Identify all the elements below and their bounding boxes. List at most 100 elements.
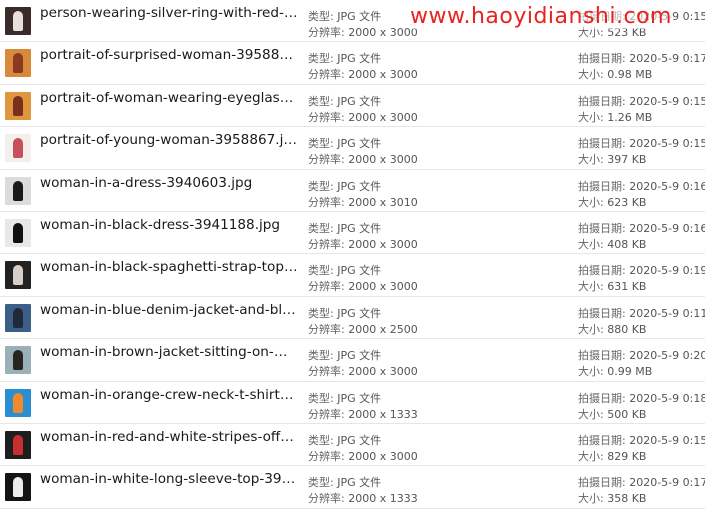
file-size-value: 0.98 MB bbox=[607, 68, 653, 82]
image-thumbnail[interactable] bbox=[5, 388, 31, 417]
file-row[interactable]: woman-in-black-spaghetti-strap-top-4... 类… bbox=[0, 254, 705, 297]
file-date: 拍摄日期: 2020-5-9 0:17 bbox=[578, 50, 705, 66]
file-resolution: 分辨率: 2000 x 2500 bbox=[308, 321, 418, 337]
file-date: 拍摄日期: 2020-5-9 0:15 bbox=[578, 8, 705, 24]
file-resolution-value: 2000 x 3010 bbox=[348, 195, 418, 209]
file-type-label: 类型: bbox=[308, 10, 334, 23]
file-date-value: 2020-5-9 0:16 bbox=[629, 221, 705, 235]
thumbnail-figure bbox=[13, 434, 23, 455]
file-type: 类型: JPG 文件 bbox=[308, 347, 381, 363]
file-date-value: 2020-5-9 0:16 bbox=[629, 179, 705, 193]
file-resolution-value: 2000 x 3000 bbox=[348, 449, 418, 463]
file-date: 拍摄日期: 2020-5-9 0:11 bbox=[578, 305, 705, 321]
file-date: 拍摄日期: 2020-5-9 0:17 bbox=[578, 474, 705, 490]
file-size: 大小: 1.26 MB bbox=[578, 109, 652, 125]
file-size-label: 大小: bbox=[578, 153, 604, 167]
image-thumbnail[interactable] bbox=[5, 7, 31, 35]
image-thumbnail[interactable] bbox=[5, 49, 31, 78]
file-resolution-value: 2000 x 3000 bbox=[348, 26, 418, 39]
file-size-label: 大小: bbox=[578, 237, 604, 251]
file-name[interactable]: woman-in-brown-jacket-sitting-on-wo... bbox=[40, 344, 298, 360]
file-row[interactable]: portrait-of-young-woman-3958867.jpg 类型: J… bbox=[0, 127, 705, 170]
thumbnail-figure bbox=[13, 477, 23, 498]
file-row[interactable]: person-wearing-silver-ring-with-red-na..… bbox=[0, 0, 705, 43]
file-size-value: 408 KB bbox=[607, 237, 647, 251]
file-date-value: 2020-5-9 0:18 bbox=[629, 391, 705, 405]
file-date: 拍摄日期: 2020-5-9 0:20 bbox=[578, 347, 705, 363]
image-thumbnail[interactable] bbox=[5, 91, 31, 120]
file-name[interactable]: portrait-of-surprised-woman-3958858.j... bbox=[40, 47, 298, 63]
file-row[interactable]: woman-in-brown-jacket-sitting-on-wo... 类型… bbox=[0, 339, 705, 382]
file-name[interactable]: woman-in-blue-denim-jacket-and-blac... bbox=[40, 302, 298, 318]
file-size-value: 829 KB bbox=[607, 449, 647, 463]
file-date-value: 2020-5-9 0:11 bbox=[629, 306, 705, 320]
file-size-label: 大小: bbox=[578, 322, 604, 336]
file-date-label: 拍摄日期: bbox=[578, 349, 626, 363]
file-name[interactable]: woman-in-a-dress-3940603.jpg bbox=[40, 175, 298, 191]
file-row[interactable]: woman-in-red-and-white-stripes-off-sh...… bbox=[0, 424, 705, 467]
file-name[interactable]: portrait-of-woman-wearing-eyeglasses... bbox=[40, 90, 298, 106]
file-type-label: 类型: bbox=[308, 137, 334, 151]
file-size: 大小: 0.99 MB bbox=[578, 363, 652, 379]
file-row[interactable]: woman-in-orange-crew-neck-t-shirt-42... 类… bbox=[0, 382, 705, 424]
file-name[interactable]: woman-in-black-spaghetti-strap-top-4... bbox=[40, 259, 298, 275]
file-type: 类型: JPG 文件 bbox=[308, 8, 381, 24]
file-size-value: 500 KB bbox=[607, 407, 647, 421]
file-date-value: 2020-5-9 0:17 bbox=[629, 476, 705, 490]
file-resolution-value: 2000 x 3000 bbox=[348, 110, 418, 124]
file-size: 大小: 408 KB bbox=[578, 236, 646, 252]
file-type-label: 类型: bbox=[308, 306, 334, 320]
file-type: 类型: JPG 文件 bbox=[308, 262, 381, 278]
file-date-label: 拍摄日期: bbox=[578, 433, 626, 447]
image-thumbnail[interactable] bbox=[5, 430, 31, 459]
file-row[interactable]: woman-in-white-long-sleeve-top-3941... 类型… bbox=[0, 466, 705, 509]
file-resolution: 分辨率: 2000 x 3000 bbox=[308, 151, 418, 167]
file-resolution-value: 2000 x 3000 bbox=[348, 237, 418, 251]
file-name[interactable]: person-wearing-silver-ring-with-red-na..… bbox=[40, 5, 298, 21]
file-name[interactable]: woman-in-black-dress-3941188.jpg bbox=[40, 217, 298, 233]
image-thumbnail[interactable] bbox=[5, 303, 31, 332]
file-size-label: 大小: bbox=[578, 26, 604, 39]
image-thumbnail[interactable] bbox=[5, 346, 31, 375]
image-thumbnail[interactable] bbox=[5, 261, 31, 290]
file-size-label: 大小: bbox=[578, 449, 604, 463]
file-resolution-label: 分辨率: bbox=[308, 280, 345, 294]
file-name[interactable]: woman-in-orange-crew-neck-t-shirt-42... bbox=[40, 387, 298, 403]
file-resolution-value: 2000 x 1333 bbox=[348, 492, 418, 506]
file-row[interactable]: woman-in-a-dress-3940603.jpg 类型: JPG 文件 分辨… bbox=[0, 170, 705, 212]
file-name[interactable]: woman-in-white-long-sleeve-top-3941... bbox=[40, 471, 298, 487]
file-row[interactable]: woman-in-black-dress-3941188.jpg 类型: JPG … bbox=[0, 212, 705, 255]
file-type-value: JPG 文件 bbox=[337, 179, 382, 193]
file-name[interactable]: portrait-of-young-woman-3958867.jpg bbox=[40, 132, 298, 148]
file-resolution-label: 分辨率: bbox=[308, 449, 345, 463]
image-thumbnail[interactable] bbox=[5, 218, 31, 247]
file-size-value: 623 KB bbox=[607, 195, 647, 209]
file-row[interactable]: portrait-of-surprised-woman-3958858.j...… bbox=[0, 42, 705, 85]
file-size-value: 1.26 MB bbox=[607, 110, 653, 124]
file-type-value: JPG 文件 bbox=[337, 476, 382, 490]
file-date-label: 拍摄日期: bbox=[578, 52, 626, 66]
file-date: 拍摄日期: 2020-5-9 0:18 bbox=[578, 390, 705, 406]
file-size-value: 631 KB bbox=[607, 280, 647, 294]
file-name[interactable]: woman-in-red-and-white-stripes-off-sh... bbox=[40, 429, 298, 445]
file-resolution-label: 分辨率: bbox=[308, 237, 345, 251]
file-type-value: JPG 文件 bbox=[337, 221, 382, 235]
image-thumbnail[interactable] bbox=[5, 176, 31, 205]
file-date: 拍摄日期: 2020-5-9 0:16 bbox=[578, 178, 705, 194]
thumbnail-figure bbox=[13, 307, 23, 328]
file-date-label: 拍摄日期: bbox=[578, 221, 626, 235]
thumbnail-figure bbox=[13, 350, 23, 371]
file-row[interactable]: portrait-of-woman-wearing-eyeglasses... 类… bbox=[0, 85, 705, 128]
file-resolution: 分辨率: 2000 x 1333 bbox=[308, 490, 418, 506]
image-thumbnail[interactable] bbox=[5, 473, 31, 502]
file-size: 大小: 0.98 MB bbox=[578, 66, 652, 82]
file-resolution-value: 2000 x 3000 bbox=[348, 280, 418, 294]
thumbnail-figure bbox=[13, 265, 23, 286]
file-size-label: 大小: bbox=[578, 68, 604, 82]
file-date-value: 2020-5-9 0:15 bbox=[629, 137, 705, 151]
file-date-label: 拍摄日期: bbox=[578, 137, 626, 151]
image-thumbnail[interactable] bbox=[5, 134, 31, 163]
file-resolution-value: 2000 x 2500 bbox=[348, 322, 418, 336]
file-row[interactable]: woman-in-blue-denim-jacket-and-blac... 类型… bbox=[0, 297, 705, 340]
file-date-label: 拍摄日期: bbox=[578, 94, 626, 108]
